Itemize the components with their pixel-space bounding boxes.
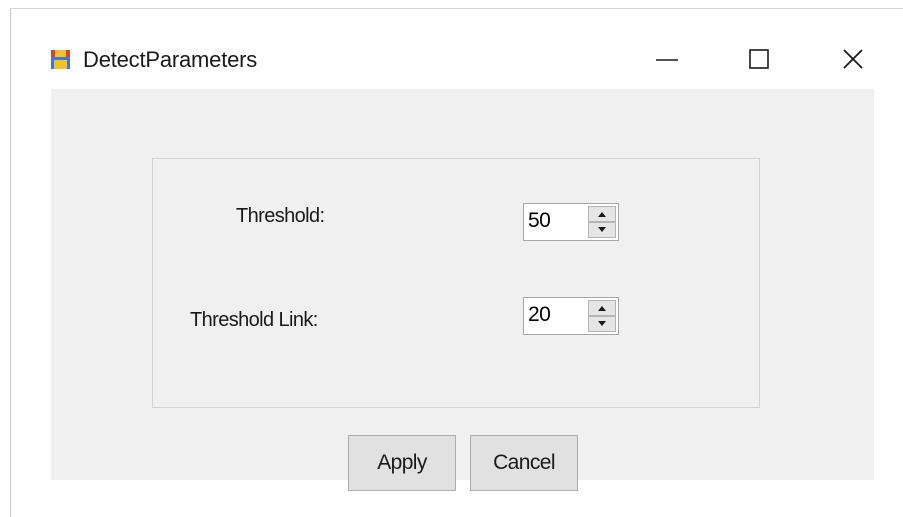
floppy-disk-icon <box>51 50 70 69</box>
maximize-button[interactable] <box>739 41 779 77</box>
maximize-icon <box>749 49 769 69</box>
threshold-link-increment-button[interactable] <box>588 300 616 316</box>
arrow-up-icon <box>598 212 606 217</box>
arrow-down-icon <box>598 227 606 232</box>
threshold-increment-button[interactable] <box>588 206 616 222</box>
threshold-spin-buttons <box>588 206 616 238</box>
threshold-link-stepper[interactable]: 20 <box>523 297 619 335</box>
close-icon <box>843 49 863 69</box>
window-title: DetectParameters <box>83 47 258 72</box>
dialog-window: DetectParameters Threshold: 50 Threshold… <box>10 8 903 517</box>
parameters-group: Threshold: 50 Threshold Link: 20 <box>152 158 760 408</box>
threshold-decrement-button[interactable] <box>588 222 616 238</box>
threshold-link-label: Threshold Link: <box>190 309 318 331</box>
dialog-client-area: Threshold: 50 Threshold Link: 20 Apply C… <box>51 89 874 491</box>
apply-button[interactable]: Apply <box>348 435 456 491</box>
arrow-down-icon <box>598 321 606 326</box>
threshold-link-decrement-button[interactable] <box>588 316 616 332</box>
minimize-button[interactable] <box>647 41 687 77</box>
close-button[interactable] <box>833 41 873 77</box>
title-bar[interactable]: DetectParameters <box>11 9 903 89</box>
minimize-icon <box>656 59 678 61</box>
threshold-label: Threshold: <box>236 205 325 227</box>
cancel-button[interactable]: Cancel <box>470 435 578 491</box>
threshold-link-value[interactable]: 20 <box>528 303 551 327</box>
arrow-up-icon <box>598 306 606 311</box>
threshold-link-spin-buttons <box>588 300 616 332</box>
threshold-stepper[interactable]: 50 <box>523 203 619 241</box>
threshold-value[interactable]: 50 <box>528 209 551 233</box>
